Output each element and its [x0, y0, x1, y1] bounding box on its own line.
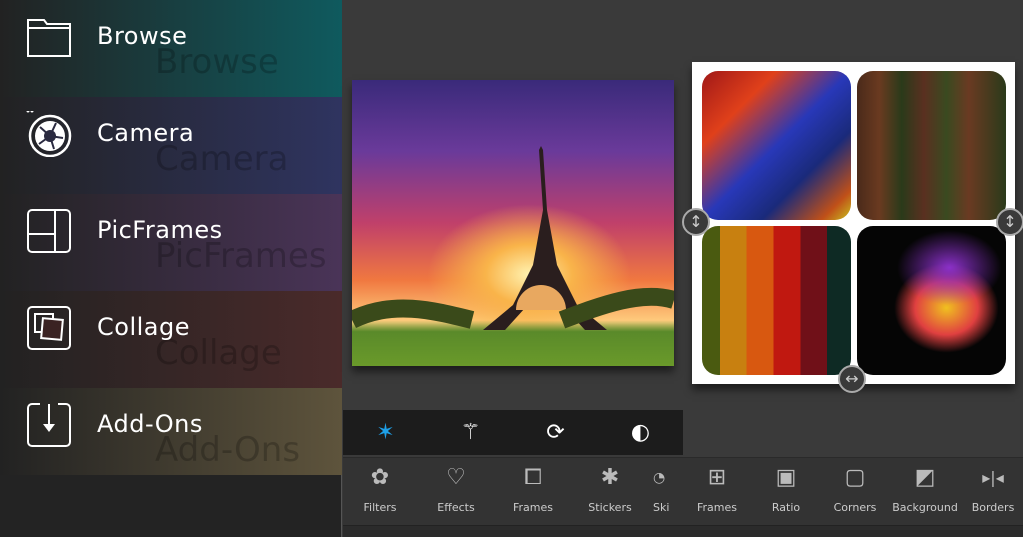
secondary-toolbar-row [343, 525, 1023, 537]
borders-icon: ▸|◂ [982, 468, 1004, 487]
borders-button[interactable]: ▸|◂ Borders [960, 458, 1023, 526]
sidebar-item-label: Camera [97, 119, 195, 147]
paint-bucket-icon: ◩ [914, 465, 936, 490]
frame-star-icon: ⧠ [524, 465, 542, 490]
camera-aperture-icon [26, 111, 72, 157]
download-icon [27, 403, 71, 447]
flower-icon: ✿ [370, 465, 390, 490]
stickers-button[interactable]: ✱ Stickers [574, 458, 646, 526]
picframes-frames-button[interactable]: ⊞ Frames [681, 458, 753, 526]
eiffel-tower-photo[interactable] [352, 80, 674, 366]
button-label: Ski [653, 501, 670, 514]
resize-vertical-handle-left[interactable]: ↕ [682, 208, 710, 236]
sparkles-icon[interactable]: ✶ [366, 420, 406, 445]
resize-vertical-handle-right[interactable]: ↕ [996, 208, 1023, 236]
collage-tile-lightbulb[interactable] [857, 226, 1006, 375]
button-label: Background [892, 501, 958, 514]
button-label: Frames [696, 501, 737, 514]
picframes-icon [27, 209, 71, 253]
splat-icon: ✱ [600, 465, 620, 490]
sidebar-item-label: Add-Ons [97, 410, 203, 438]
collage-preview: ↕ ↕ ↔ [682, 62, 1023, 393]
filters-button[interactable]: ✿ Filters [344, 458, 416, 526]
resize-horizontal-handle[interactable]: ↔ [838, 365, 866, 393]
button-label: Stickers [588, 501, 632, 514]
sidebar: Browse Browse Camera Camera PicFrames Pi… [0, 0, 342, 537]
sketch-icon: ◔ [653, 470, 666, 486]
sidebar-item-browse[interactable]: Browse Browse [0, 0, 342, 97]
sidebar-item-picframes[interactable]: PicFrames PicFrames [0, 194, 342, 291]
folder-icon [27, 19, 71, 57]
collage-tile-polygon[interactable] [702, 71, 851, 220]
rounded-square-icon: ▢ [844, 465, 866, 490]
button-label: Frames [512, 501, 553, 514]
effects-button[interactable]: ♡ Effects [420, 458, 492, 526]
collage-tile-wood-stripes[interactable] [702, 226, 851, 375]
sidebar-item-label: PicFrames [97, 216, 223, 244]
rotate-icon[interactable]: ⟳ [536, 420, 576, 445]
button-label: Borders [971, 501, 1015, 514]
sidebar-item-label: Browse [97, 22, 188, 50]
heart-icon: ♡ [446, 465, 466, 490]
button-label: Filters [363, 501, 397, 514]
ratio-icon: ▣ [775, 465, 797, 490]
eiffel-tower-illustration [352, 146, 674, 330]
sidebar-item-collage[interactable]: Collage Collage [0, 291, 342, 388]
collage-tile-forest[interactable] [857, 71, 1006, 220]
sidebar-item-label: Collage [97, 313, 190, 341]
bottom-toolbar: ✿ Filters ♡ Effects ⧠ Frames ✱ Stickers ◔ Ski… [343, 457, 1023, 525]
sidebar-item-camera[interactable]: Camera Camera [0, 97, 342, 194]
sketch-button[interactable]: ◔ Ski [653, 458, 683, 526]
button-label: Corners [833, 501, 877, 514]
ratio-button[interactable]: ▣ Ratio [750, 458, 822, 526]
editor-area: ↕ ↕ ↔ ✶ ⚚ ⟳ ◐ ✿ Filters ♡ Effects ⧠ Frames … [343, 0, 1023, 537]
button-label: Ratio [771, 501, 801, 514]
background-button[interactable]: ◩ Background [888, 458, 962, 526]
collage-icon [27, 306, 71, 350]
corners-button[interactable]: ▢ Corners [819, 458, 891, 526]
picframes-icon: ⊞ [707, 465, 727, 490]
magic-wand-icon[interactable]: ⚚ [451, 420, 491, 445]
brightness-contrast-icon[interactable]: ◐ [621, 420, 661, 445]
adjust-toolstrip: ✶ ⚚ ⟳ ◐ [343, 410, 683, 455]
frames-button[interactable]: ⧠ Frames [497, 458, 569, 526]
button-label: Effects [437, 501, 475, 514]
sidebar-item-add-ons[interactable]: Add-Ons Add-Ons [0, 388, 342, 475]
